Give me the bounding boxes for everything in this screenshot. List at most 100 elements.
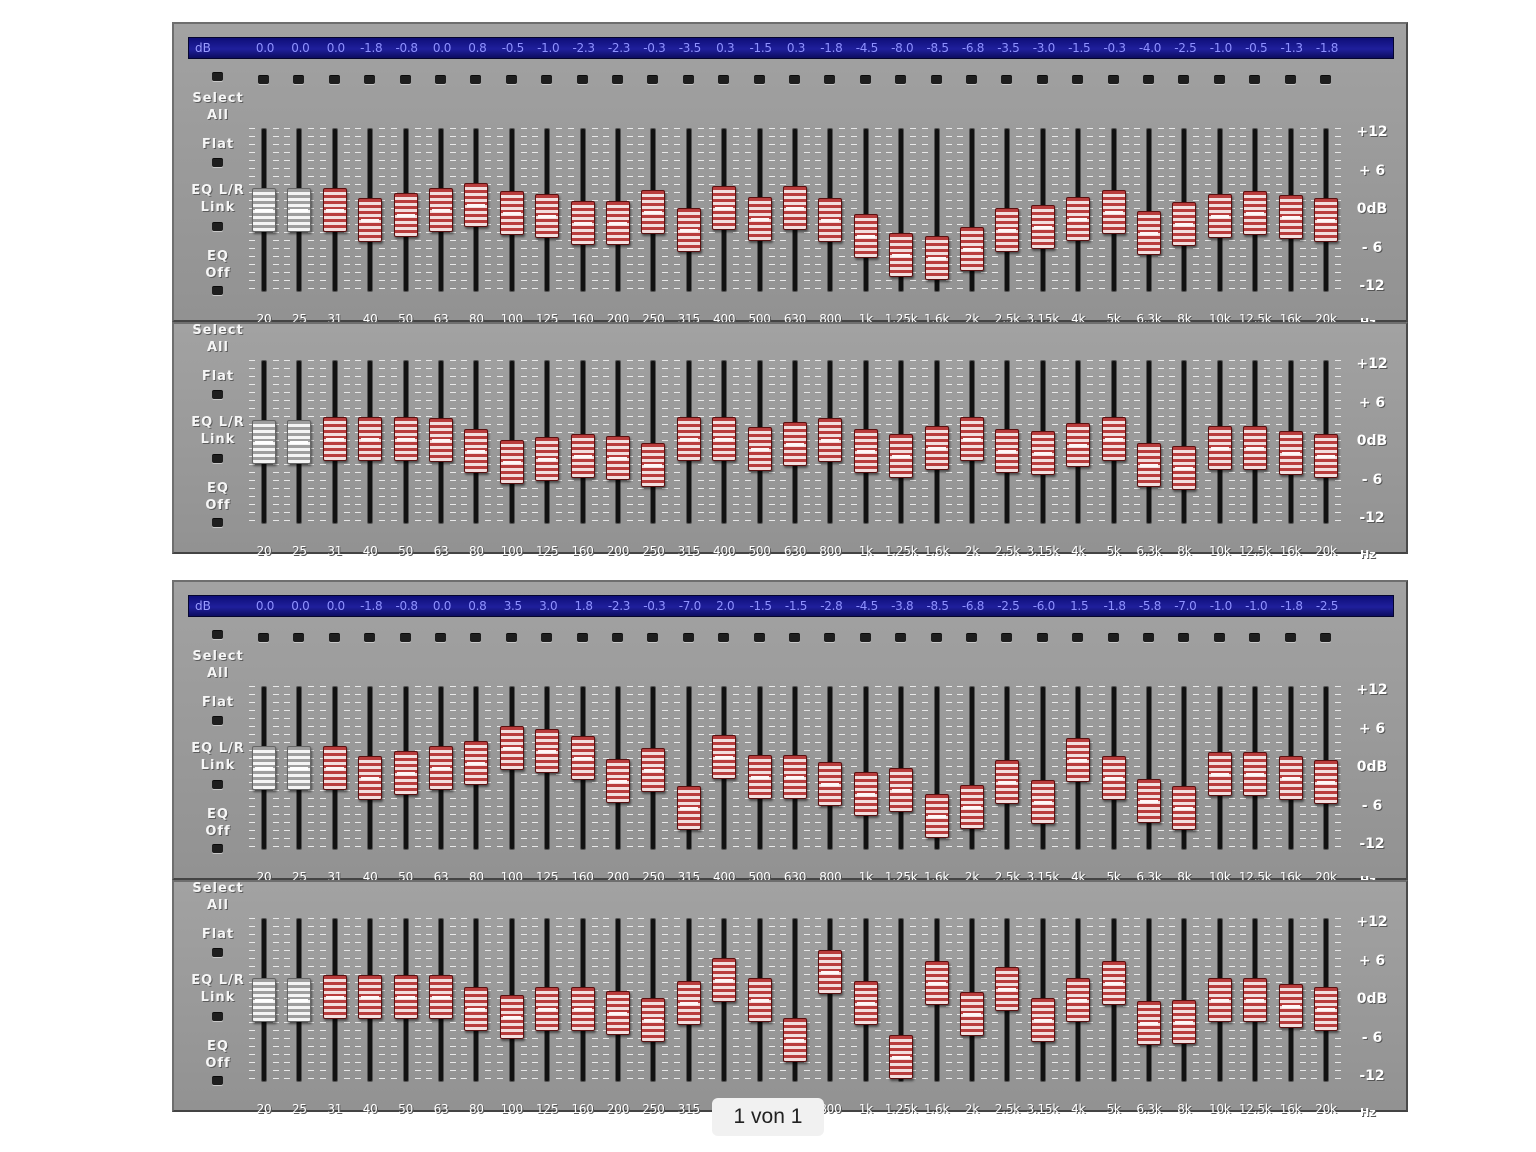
band-slider-knob[interactable]: [1137, 778, 1161, 823]
band-slider-knob[interactable]: [393, 975, 418, 1020]
band-select-led[interactable]: [1001, 75, 1013, 84]
band-slider-knob[interactable]: [1207, 751, 1232, 796]
band-slider-knob[interactable]: [1207, 193, 1232, 238]
flat-led[interactable]: [212, 716, 223, 725]
band-slider-knob[interactable]: [1172, 999, 1197, 1044]
band-slider-knob[interactable]: [995, 207, 1020, 252]
select-all-button[interactable]: Select All: [186, 880, 250, 914]
band-select-led[interactable]: [470, 75, 482, 84]
band-slider-knob[interactable]: [676, 980, 701, 1025]
band-select-led[interactable]: [1320, 633, 1331, 642]
band-slider-knob[interactable]: [924, 236, 949, 281]
band-slider-knob[interactable]: [924, 425, 949, 470]
band-slider-knob[interactable]: [464, 741, 489, 786]
band-slider-knob[interactable]: [641, 997, 666, 1042]
band-slider-knob[interactable]: [287, 746, 312, 790]
band-slider-knob[interactable]: [712, 734, 737, 779]
eq-off-button[interactable]: EQ Off: [186, 1038, 250, 1072]
band-select-led[interactable]: [966, 633, 977, 642]
band-slider-knob[interactable]: [1207, 978, 1232, 1022]
band-select-led[interactable]: [647, 633, 659, 642]
band-slider-knob[interactable]: [570, 986, 595, 1031]
band-slider-knob[interactable]: [960, 417, 984, 462]
band-slider-knob[interactable]: [606, 759, 630, 804]
band-slider-knob[interactable]: [535, 193, 560, 238]
band-slider-knob[interactable]: [499, 190, 524, 235]
band-slider-knob[interactable]: [747, 196, 772, 241]
band-slider-knob[interactable]: [358, 198, 383, 243]
eq-lr-link-led[interactable]: [212, 454, 223, 463]
band-slider-knob[interactable]: [252, 978, 276, 1022]
band-slider-knob[interactable]: [889, 233, 914, 278]
eq-lr-link-button[interactable]: EQ L/R Link: [186, 740, 250, 774]
band-select-led[interactable]: [682, 75, 694, 84]
flat-button[interactable]: Flat: [186, 694, 250, 711]
band-slider-knob[interactable]: [606, 435, 630, 480]
flat-led[interactable]: [212, 948, 223, 957]
band-slider-knob[interactable]: [747, 427, 772, 472]
band-select-led[interactable]: [328, 75, 340, 84]
band-select-led[interactable]: [1143, 75, 1154, 84]
band-slider-knob[interactable]: [1243, 978, 1268, 1022]
band-select-led[interactable]: [1001, 633, 1013, 642]
band-slider-knob[interactable]: [1172, 785, 1197, 830]
band-slider-knob[interactable]: [853, 771, 878, 816]
band-select-led[interactable]: [541, 75, 553, 84]
band-slider-knob[interactable]: [1172, 202, 1197, 247]
band-slider-knob[interactable]: [853, 213, 878, 258]
band-slider-knob[interactable]: [499, 726, 524, 771]
band-select-led[interactable]: [895, 633, 907, 642]
band-select-led[interactable]: [1143, 633, 1154, 642]
band-slider-knob[interactable]: [960, 784, 984, 829]
band-slider-knob[interactable]: [995, 966, 1020, 1011]
band-select-led[interactable]: [364, 633, 376, 642]
band-slider-knob[interactable]: [252, 420, 276, 464]
band-slider-knob[interactable]: [1066, 196, 1091, 241]
band-select-led[interactable]: [541, 633, 553, 642]
band-select-led[interactable]: [470, 633, 482, 642]
band-slider-knob[interactable]: [1101, 756, 1126, 801]
band-slider-knob[interactable]: [853, 428, 878, 473]
band-slider-knob[interactable]: [535, 986, 560, 1031]
band-slider-knob[interactable]: [1207, 425, 1232, 470]
flat-button[interactable]: Flat: [186, 926, 250, 943]
band-slider-knob[interactable]: [818, 198, 843, 243]
band-slider-knob[interactable]: [641, 747, 666, 792]
select-all-button[interactable]: Select All: [186, 648, 250, 682]
band-slider-knob[interactable]: [393, 750, 418, 795]
band-slider-knob[interactable]: [606, 991, 630, 1036]
band-slider-knob[interactable]: [1243, 190, 1268, 235]
eq-off-button[interactable]: EQ Off: [186, 480, 250, 514]
band-slider-knob[interactable]: [676, 785, 701, 830]
band-slider-knob[interactable]: [712, 958, 737, 1003]
band-select-led[interactable]: [1072, 633, 1084, 642]
band-slider-knob[interactable]: [464, 428, 489, 473]
band-slider-knob[interactable]: [1137, 210, 1161, 255]
band-select-led[interactable]: [824, 75, 836, 84]
band-slider-knob[interactable]: [252, 188, 276, 232]
band-slider-knob[interactable]: [818, 949, 843, 994]
band-select-led[interactable]: [966, 75, 977, 84]
band-slider-knob[interactable]: [676, 207, 701, 252]
band-slider-knob[interactable]: [358, 756, 383, 801]
band-select-led[interactable]: [859, 633, 871, 642]
band-slider-knob[interactable]: [252, 746, 276, 790]
band-slider-knob[interactable]: [924, 961, 949, 1005]
select-all-button[interactable]: Select All: [186, 90, 250, 124]
band-slider-knob[interactable]: [393, 417, 418, 462]
band-select-led[interactable]: [576, 633, 588, 642]
band-select-led[interactable]: [1107, 75, 1119, 84]
band-slider-knob[interactable]: [853, 980, 878, 1025]
band-slider-knob[interactable]: [1172, 445, 1197, 490]
band-slider-knob[interactable]: [1066, 422, 1091, 467]
band-slider-knob[interactable]: [889, 434, 914, 479]
eq-lr-link-button[interactable]: EQ L/R Link: [186, 182, 250, 216]
band-select-led[interactable]: [435, 633, 446, 642]
band-slider-knob[interactable]: [570, 434, 595, 479]
band-slider-knob[interactable]: [1314, 434, 1338, 479]
eq-off-led[interactable]: [212, 1076, 223, 1085]
band-slider-knob[interactable]: [499, 995, 524, 1039]
band-slider-knob[interactable]: [464, 986, 489, 1031]
band-select-led[interactable]: [1320, 75, 1331, 84]
band-select-led[interactable]: [1249, 633, 1261, 642]
